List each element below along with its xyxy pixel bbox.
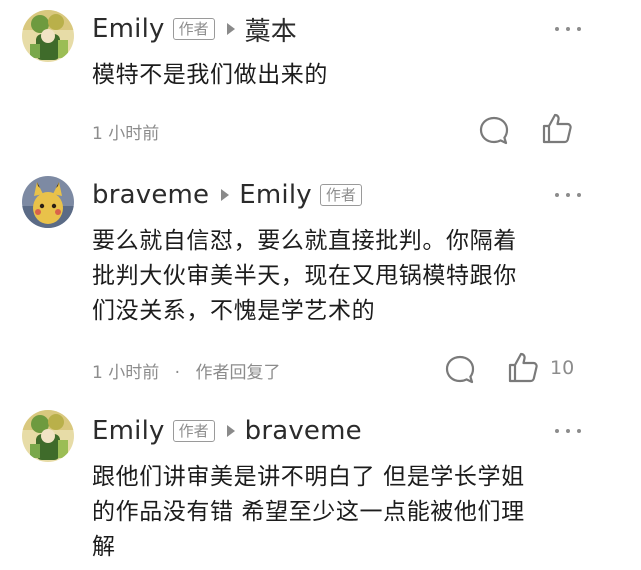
timestamp: 1 小时前	[92, 124, 160, 144]
like-button[interactable]: 10	[506, 351, 574, 385]
comment-text: 模特不是我们做出来的	[92, 62, 328, 88]
thumbs-up-icon	[542, 113, 572, 144]
like-button[interactable]	[540, 112, 574, 146]
comment-meta: 1 小时前	[92, 119, 159, 144]
thumbs-up-icon	[508, 352, 538, 383]
username[interactable]: Emily	[92, 14, 165, 44]
author-replied-link[interactable]: 作者回复了	[195, 363, 280, 383]
timestamp: 1 小时前	[92, 363, 160, 383]
username[interactable]: braveme	[92, 180, 209, 210]
reply-arrow-icon	[226, 23, 235, 35]
comment-text: 跟他们讲审美是讲不明白了 但是学长学姐 的作品没有错 希望至少这一点能被他们理 …	[92, 460, 592, 565]
reply-to-username[interactable]: 藁本	[245, 11, 297, 48]
username[interactable]: Emily	[92, 416, 165, 446]
comment-text-line: 们没关系，不愧是学艺术的	[92, 298, 376, 324]
comment-text: 要么就自信怼，要么就直接批判。你隔着 批判大伙审美半天，现在又甩锅模特跟你 们没…	[92, 224, 592, 329]
author-badge: 作者	[319, 184, 362, 206]
avatar[interactable]	[22, 176, 74, 228]
comment-text-line: 的作品没有错 希望至少这一点能被他们理	[92, 499, 525, 525]
comment-item: braveme Emily 作者 要么就自信怼，要么就直接批判。你隔着 批判大伙…	[0, 160, 641, 398]
author-badge: 作者	[172, 18, 215, 40]
comment-item: Emily 作者 藁本 模特不是我们做出来的 1 小时前	[0, 0, 641, 160]
reply-button[interactable]	[477, 114, 511, 148]
comment-meta: 1 小时前 · 作者回复了	[92, 358, 280, 383]
comment-bubble-icon	[479, 116, 509, 145]
comment-header: braveme Emily 作者	[92, 178, 362, 212]
reply-to-username[interactable]: Emily	[239, 180, 312, 210]
comment-header: Emily 作者 braveme	[92, 414, 362, 448]
like-count: 10	[550, 357, 575, 379]
more-dots-icon[interactable]	[555, 190, 581, 200]
comment-item: Emily 作者 braveme 跟他们讲审美是讲不明白了 但是学长学姐 的作品…	[0, 398, 641, 570]
reply-arrow-icon	[226, 425, 235, 437]
author-badge: 作者	[172, 420, 215, 442]
avatar[interactable]	[22, 10, 74, 62]
comment-text-line: 解	[92, 534, 116, 560]
comment-text-line: 跟他们讲审美是讲不明白了 但是学长学姐	[92, 464, 525, 490]
comment-text-line: 要么就自信怼，要么就直接批判。你隔着	[92, 228, 517, 254]
reply-button[interactable]	[443, 353, 477, 387]
meta-separator: ·	[174, 363, 181, 383]
comment-header: Emily 作者 藁本	[92, 11, 297, 48]
comment-bubble-icon	[445, 355, 475, 384]
reply-arrow-icon	[221, 189, 230, 201]
reply-to-username[interactable]: braveme	[245, 416, 362, 446]
more-dots-icon[interactable]	[555, 24, 581, 34]
comment-text-line: 批判大伙审美半天，现在又甩锅模特跟你	[92, 263, 517, 289]
avatar[interactable]	[22, 410, 74, 462]
more-dots-icon[interactable]	[555, 426, 581, 436]
